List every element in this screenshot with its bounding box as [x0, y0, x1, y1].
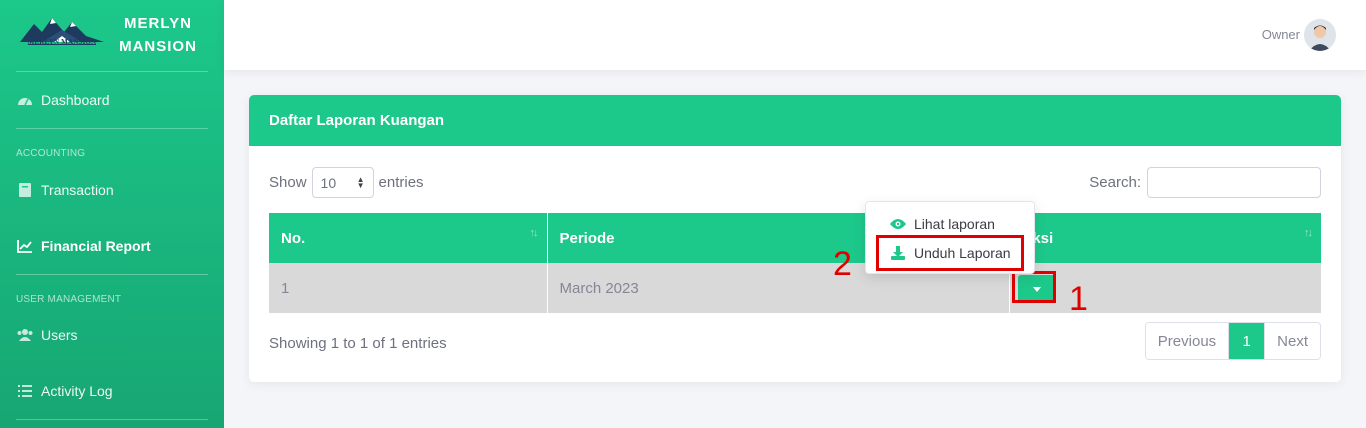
- sidebar-item-dashboard[interactable]: Dashboard: [16, 88, 110, 112]
- book-icon: [16, 182, 34, 198]
- download-icon: [890, 246, 906, 260]
- search-label: Search:: [1089, 174, 1141, 191]
- sidebar-item-activity-log[interactable]: Activity Log: [16, 379, 113, 403]
- logo-text: MERLYN MANSION: [27, 38, 97, 46]
- sidebar-item-label: Users: [41, 327, 78, 343]
- pagination-page-1[interactable]: 1: [1229, 323, 1266, 359]
- column-header-label: Periode: [559, 229, 615, 247]
- caret-down-icon: [1033, 286, 1041, 292]
- chart-line-icon: [16, 238, 34, 254]
- sidebar-divider: [16, 71, 208, 72]
- report-table: No. ↑↓ Periode Aksi ↑↓ 1 March 2023: [269, 213, 1321, 313]
- menu-item-label: Unduh Laporan: [914, 245, 1011, 261]
- list-icon: [16, 383, 34, 399]
- action-dropdown-menu: Lihat laporan Unduh Laporan: [865, 201, 1035, 274]
- brand-name-line1: MERLYN: [124, 15, 192, 32]
- eye-icon: [890, 217, 906, 231]
- pagination-next[interactable]: Next: [1265, 323, 1320, 359]
- sidebar-divider: [16, 128, 208, 129]
- entries-select[interactable]: 10 ▲ ▼: [311, 167, 374, 198]
- entries-length-control: Show 10 ▲ ▼ entries: [269, 167, 424, 198]
- brand-name-line2: MANSION: [119, 38, 197, 55]
- sidebar-item-label: Transaction: [41, 182, 114, 198]
- menu-item-label: Lihat laporan: [914, 216, 995, 232]
- topbar: Owner: [224, 0, 1366, 70]
- table-info: Showing 1 to 1 of 1 entries: [269, 335, 447, 352]
- sidebar-item-transaction[interactable]: Transaction: [16, 178, 114, 202]
- action-dropdown-toggle[interactable]: [1018, 275, 1056, 303]
- tachometer-icon: [16, 92, 34, 108]
- menu-item-unduh-laporan[interactable]: Unduh Laporan: [866, 240, 1034, 266]
- sidebar-item-label: Financial Report: [41, 238, 151, 254]
- show-label: Show: [269, 174, 307, 191]
- pagination: Previous 1 Next: [1144, 322, 1321, 360]
- column-header-aksi[interactable]: Aksi ↑↓: [1009, 213, 1321, 263]
- sidebar-item-label: Dashboard: [41, 92, 110, 108]
- column-header-no[interactable]: No. ↑↓: [269, 213, 548, 263]
- avatar[interactable]: [1304, 19, 1336, 51]
- sidebar-brand[interactable]: MERLYN MANSION MERLYN MANSION: [0, 0, 224, 70]
- table-header-row: No. ↑↓ Periode Aksi ↑↓: [269, 213, 1321, 263]
- annotation-number-1: 1: [1069, 280, 1088, 318]
- brand-name: MERLYN MANSION: [112, 12, 204, 58]
- pagination-previous[interactable]: Previous: [1145, 323, 1230, 359]
- sidebar-heading-accounting: ACCOUNTING: [16, 148, 86, 159]
- sidebar-item-label: Activity Log: [41, 383, 113, 399]
- sort-icon: ↑↓: [1304, 227, 1313, 239]
- user-name[interactable]: Owner: [1262, 27, 1300, 42]
- mountain-logo-icon: [20, 18, 104, 45]
- cell-no: 1: [269, 263, 548, 313]
- entries-select-value: 10: [320, 174, 337, 191]
- users-icon: [16, 327, 34, 343]
- search-control: Search:: [1089, 167, 1321, 198]
- sort-arrows-icon: ▲ ▼: [356, 174, 365, 190]
- sidebar-divider: [16, 419, 208, 420]
- financial-report-card: Daftar Laporan Kuangan Show 10 ▲ ▼ entrie…: [249, 95, 1341, 382]
- annotation-number-2: 2: [833, 245, 852, 283]
- column-header-label: No.: [281, 229, 306, 247]
- sidebar-divider: [16, 274, 208, 275]
- entries-label: entries: [378, 174, 424, 191]
- table-row: 1 March 2023: [269, 263, 1321, 313]
- sort-icon: ↑↓: [529, 227, 539, 239]
- sidebar-item-users[interactable]: Users: [16, 323, 78, 347]
- search-input[interactable]: [1147, 167, 1321, 198]
- sidebar-item-financial-report[interactable]: Financial Report: [16, 234, 151, 258]
- sidebar: MERLYN MANSION MERLYN MANSION Dashboard …: [0, 0, 224, 428]
- menu-item-lihat-laporan[interactable]: Lihat laporan: [866, 211, 1034, 237]
- card-title: Daftar Laporan Kuangan: [249, 95, 1341, 146]
- sidebar-heading-user-management: USER MANAGEMENT: [16, 294, 122, 305]
